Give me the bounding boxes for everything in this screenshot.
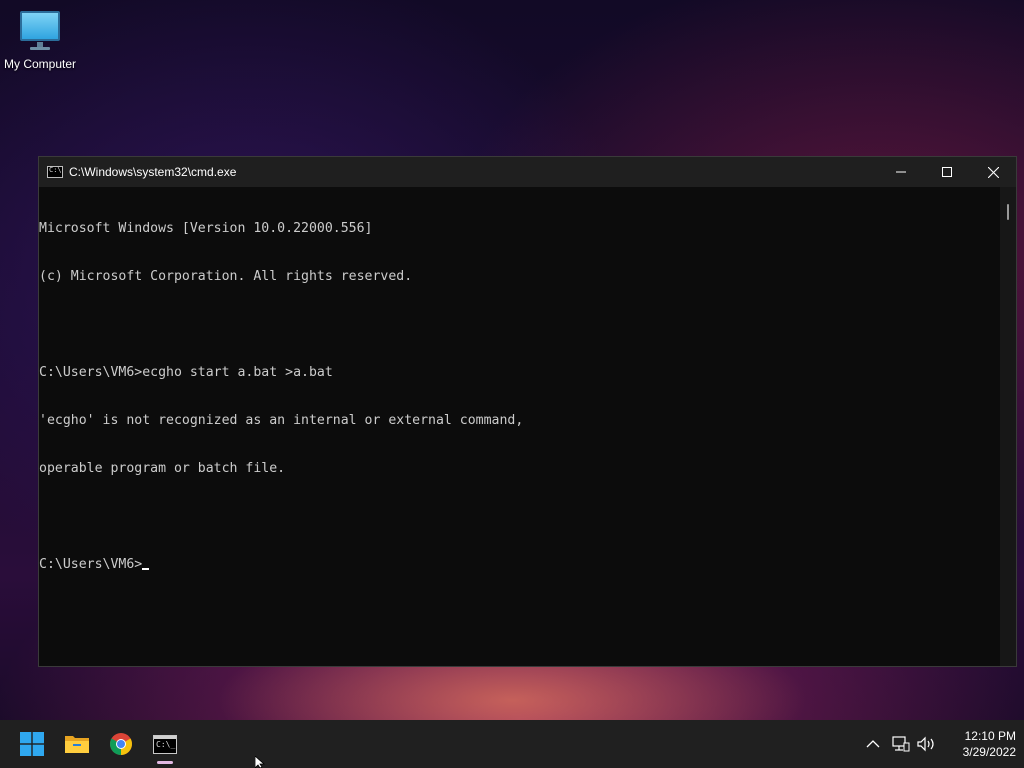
mouse-pointer-icon [255,756,266,768]
clock-time: 12:10 PM [964,729,1016,743]
terminal-icon: C:\_ [153,734,177,754]
close-button[interactable] [970,157,1016,187]
volume-icon [917,736,934,752]
console-line: operable program or batch file. [39,461,286,476]
clock-button[interactable]: 12:10 PM 3/29/2022 [938,728,1016,760]
desktop-icon-my-computer[interactable]: My Computer [0,8,80,78]
console-output[interactable]: Microsoft Windows [Version 10.0.22000.55… [39,187,1000,666]
window-controls [878,157,1016,187]
title-bar[interactable]: C:\ C:\Windows\system32\cmd.exe [39,157,1016,187]
maximize-button[interactable] [924,157,970,187]
console-prompt-line[interactable]: C:\Users\VM6> [39,557,1000,573]
minimize-button[interactable] [878,157,924,187]
chrome-button[interactable] [101,724,141,764]
window-title: C:\Windows\system32\cmd.exe [69,165,237,179]
cmd-window[interactable]: C:\ C:\Windows\system32\cmd.exe Microsof… [38,156,1017,667]
maximize-icon [942,167,952,177]
monitor-icon [18,8,62,52]
start-button[interactable] [12,724,52,764]
terminal-button[interactable]: C:\_ [145,724,185,764]
volume-button[interactable] [914,730,938,758]
close-icon [987,166,999,178]
vertical-scrollbar[interactable] [1000,187,1016,666]
network-icon [892,736,910,752]
console-line: 'ecgho' is not recognized as an internal… [39,413,524,428]
cmd-icon: C:\ [47,166,63,178]
file-explorer-button[interactable] [57,724,97,764]
text-cursor [142,568,150,570]
show-hidden-icons-button[interactable] [861,730,885,758]
minimize-icon [896,171,906,173]
clock-date: 3/29/2022 [962,745,1016,759]
taskbar: C:\_ 12:10 PM 3/29/2022 [0,720,1024,768]
console-line: C:\Users\VM6>ecgho start a.bat >a.bat [39,365,333,380]
network-button[interactable] [889,730,913,758]
chevron-up-icon [866,740,880,748]
folder-icon [65,736,89,753]
desktop-icon-label: My Computer [3,57,77,71]
console-prompt: C:\Users\VM6> [39,557,143,572]
console-line: (c) Microsoft Corporation. All rights re… [39,269,413,284]
active-app-indicator [157,761,173,764]
console-line: Microsoft Windows [Version 10.0.22000.55… [39,221,373,236]
windows-logo-icon [20,732,44,756]
chrome-icon [110,733,132,755]
scrollbar-thumb[interactable] [1007,204,1009,220]
